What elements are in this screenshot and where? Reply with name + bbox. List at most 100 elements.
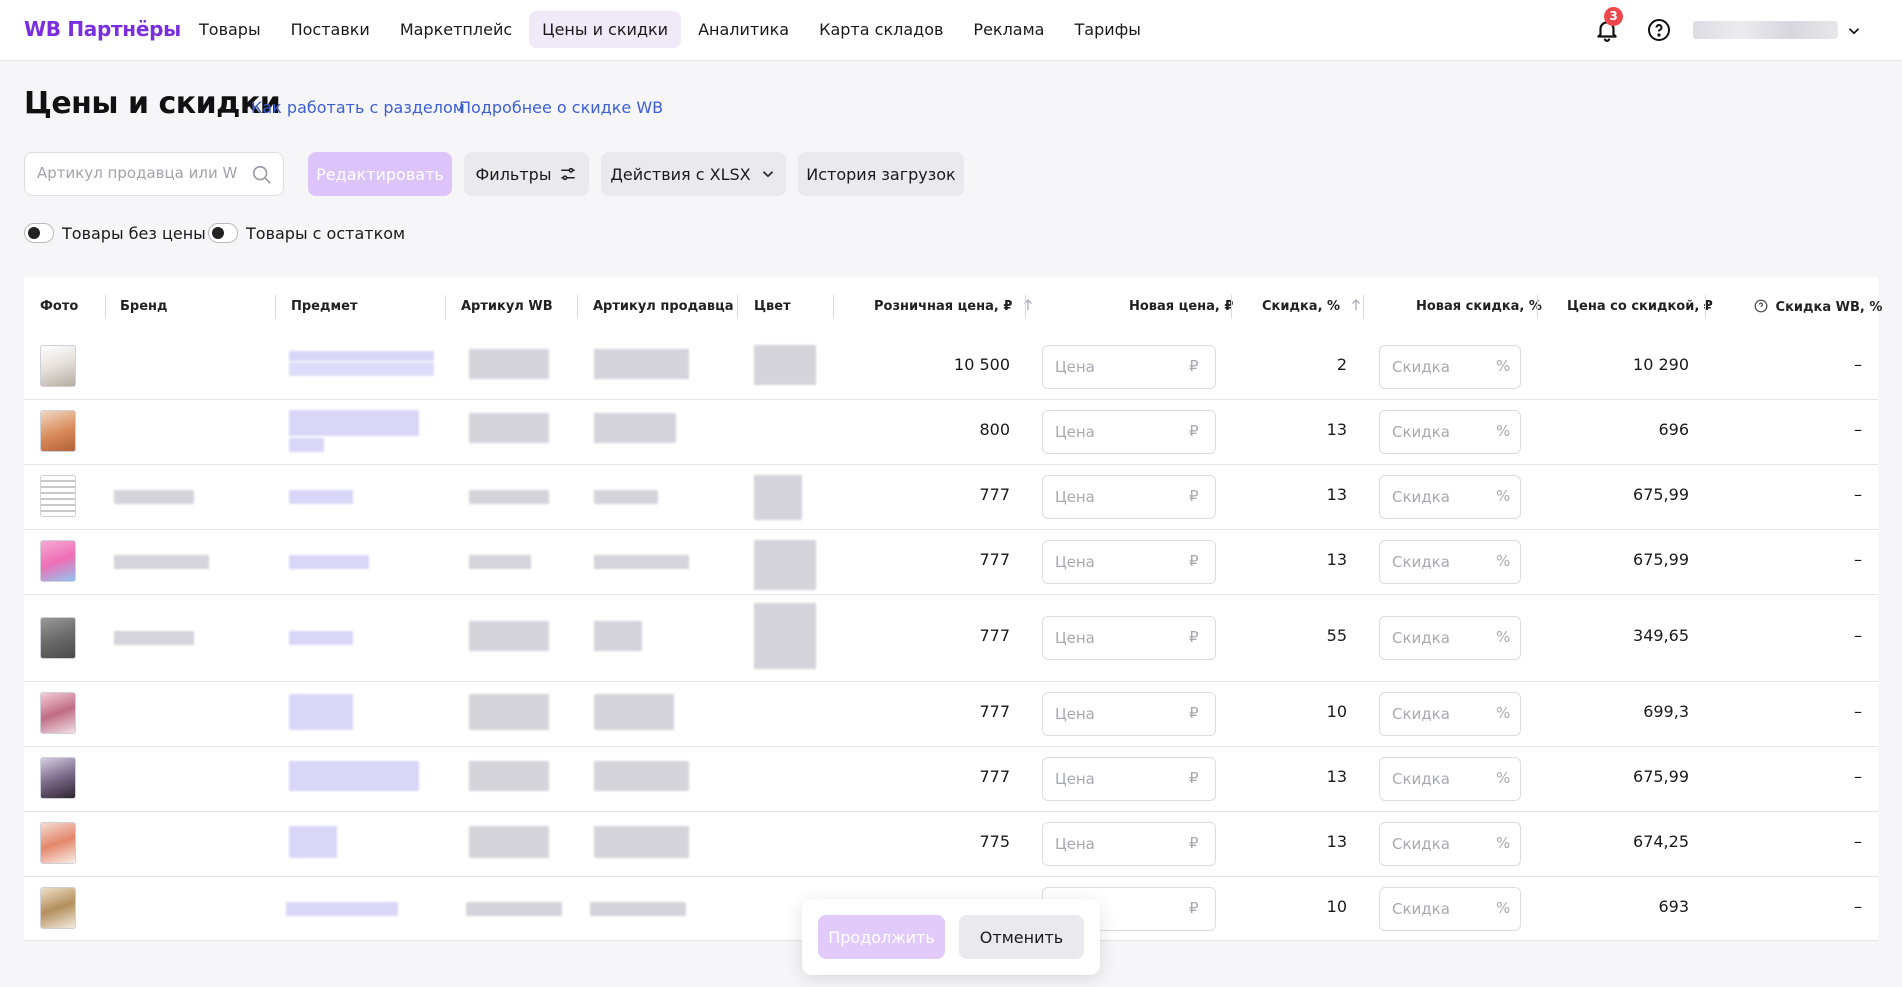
with-stock-toggle[interactable] bbox=[208, 223, 238, 243]
new-price-field[interactable]: ₽ bbox=[1042, 616, 1216, 660]
new-discount-input[interactable] bbox=[1392, 835, 1482, 853]
subject-redacted bbox=[289, 410, 419, 436]
new-price-input[interactable] bbox=[1055, 770, 1145, 788]
new-discount-input[interactable] bbox=[1392, 423, 1482, 441]
subject-redacted bbox=[289, 351, 434, 361]
new-discount-field[interactable]: % bbox=[1379, 822, 1521, 866]
new-price-input[interactable] bbox=[1055, 835, 1145, 853]
help-icon[interactable] bbox=[1754, 299, 1768, 313]
table-row[interactable]: 10 500 ₽ 2 % 10 290 – bbox=[24, 335, 1878, 400]
new-price-field[interactable]: ₽ bbox=[1042, 692, 1216, 736]
new-price-input[interactable] bbox=[1055, 705, 1145, 723]
article-wb-redacted bbox=[469, 349, 549, 379]
ruble-unit: ₽ bbox=[1189, 422, 1199, 440]
table-row[interactable]: 800 ₽ 13 % 696 – bbox=[24, 400, 1878, 465]
nav-item-advertising[interactable]: Реклама bbox=[960, 11, 1057, 48]
column-header-wb-discount: Скидка WB, % bbox=[1754, 299, 1882, 315]
product-photo[interactable] bbox=[40, 410, 76, 452]
continue-button[interactable]: Продолжить bbox=[818, 915, 945, 959]
new-discount-field[interactable]: % bbox=[1379, 410, 1521, 454]
upload-history-button[interactable]: История загрузок bbox=[798, 152, 964, 196]
nav-item-supplies[interactable]: Поставки bbox=[278, 11, 383, 48]
new-price-field[interactable]: ₽ bbox=[1042, 822, 1216, 866]
new-price-field[interactable]: ₽ bbox=[1042, 475, 1216, 519]
column-separator bbox=[1231, 295, 1232, 319]
help-icon[interactable] bbox=[1647, 18, 1671, 42]
column-header-photo: Фото bbox=[40, 299, 79, 314]
product-photo[interactable] bbox=[40, 475, 76, 517]
new-price-input[interactable] bbox=[1055, 423, 1145, 441]
article-search-input[interactable] bbox=[37, 164, 237, 182]
subject-redacted bbox=[289, 490, 353, 504]
nav-item-products[interactable]: Товары bbox=[186, 11, 274, 48]
nav-item-marketplace[interactable]: Маркетплейс bbox=[387, 11, 525, 48]
new-discount-input[interactable] bbox=[1392, 488, 1482, 506]
discounted-price-value: 699,3 bbox=[1643, 702, 1689, 721]
new-discount-field[interactable]: % bbox=[1379, 345, 1521, 389]
new-discount-field[interactable]: % bbox=[1379, 887, 1521, 931]
main-nav: Товары Поставки Маркетплейс Цены и скидк… bbox=[186, 11, 1154, 48]
new-price-input[interactable] bbox=[1055, 488, 1145, 506]
table-row[interactable]: 777 ₽ 13 % 675,99 – bbox=[24, 530, 1878, 595]
chevron-down-icon[interactable] bbox=[1845, 22, 1863, 40]
new-price-field[interactable]: ₽ bbox=[1042, 345, 1216, 389]
upload-history-label: История загрузок bbox=[806, 164, 956, 184]
new-price-input[interactable] bbox=[1055, 629, 1145, 647]
table-row[interactable]: 777 ₽ 55 % 349,65 – bbox=[24, 595, 1878, 682]
ruble-unit: ₽ bbox=[1189, 487, 1199, 505]
product-photo[interactable] bbox=[40, 692, 76, 734]
table-row[interactable]: 777 ₽ 10 % 699,3 – bbox=[24, 682, 1878, 747]
no-price-toggle[interactable] bbox=[24, 223, 54, 243]
logo[interactable]: WB Партнёры bbox=[24, 17, 181, 41]
table-row[interactable]: 775 ₽ 13 % 674,25 – bbox=[24, 812, 1878, 877]
nav-item-tariffs[interactable]: Тарифы bbox=[1061, 11, 1153, 48]
retail-price-header-label: Розничная цена, ₽ bbox=[874, 299, 1013, 314]
new-discount-field[interactable]: % bbox=[1379, 757, 1521, 801]
product-photo[interactable] bbox=[40, 617, 76, 659]
discount-value: 2 bbox=[1336, 355, 1347, 374]
column-separator bbox=[1025, 295, 1026, 319]
new-discount-field[interactable]: % bbox=[1379, 475, 1521, 519]
product-photo[interactable] bbox=[40, 540, 76, 582]
new-discount-field[interactable]: % bbox=[1379, 692, 1521, 736]
edit-button[interactable]: Редактировать bbox=[308, 152, 452, 196]
xlsx-actions-dropdown[interactable]: Действия с XLSX bbox=[601, 152, 786, 196]
new-discount-input[interactable] bbox=[1392, 629, 1482, 647]
new-price-input[interactable] bbox=[1055, 358, 1145, 376]
product-photo[interactable] bbox=[40, 345, 76, 387]
new-price-input[interactable] bbox=[1055, 553, 1145, 571]
column-separator bbox=[445, 295, 446, 319]
new-discount-field[interactable]: % bbox=[1379, 540, 1521, 584]
table-row[interactable]: 777 ₽ 13 % 675,99 – bbox=[24, 747, 1878, 812]
column-header-retail-price[interactable]: Розничная цена, ₽ bbox=[874, 299, 1033, 314]
new-discount-input[interactable] bbox=[1392, 770, 1482, 788]
new-discount-input[interactable] bbox=[1392, 705, 1482, 723]
cancel-button[interactable]: Отменить bbox=[959, 915, 1084, 959]
product-photo[interactable] bbox=[40, 887, 76, 929]
article-search-box[interactable] bbox=[24, 152, 284, 196]
new-discount-input[interactable] bbox=[1392, 553, 1482, 571]
account-name-redacted[interactable] bbox=[1693, 21, 1838, 39]
ruble-unit: ₽ bbox=[1189, 552, 1199, 570]
search-icon[interactable] bbox=[251, 164, 273, 186]
product-photo[interactable] bbox=[40, 822, 76, 864]
new-discount-input[interactable] bbox=[1392, 900, 1482, 918]
nav-item-prices-discounts[interactable]: Цены и скидки bbox=[529, 11, 682, 48]
product-photo[interactable] bbox=[40, 757, 76, 799]
new-discount-input[interactable] bbox=[1392, 358, 1482, 376]
nav-item-analytics[interactable]: Аналитика bbox=[685, 11, 802, 48]
column-header-discount[interactable]: Скидка, % bbox=[1262, 299, 1361, 314]
nav-item-warehouse-map[interactable]: Карта складов bbox=[806, 11, 956, 48]
new-price-field[interactable]: ₽ bbox=[1042, 540, 1216, 584]
article-wb-redacted bbox=[469, 826, 549, 858]
new-price-field[interactable]: ₽ bbox=[1042, 410, 1216, 454]
wb-discount-value: – bbox=[1854, 355, 1862, 374]
how-to-use-section-link[interactable]: Как работать с разделом bbox=[251, 98, 465, 117]
new-price-field[interactable]: ₽ bbox=[1042, 757, 1216, 801]
table-row[interactable]: 777 ₽ 13 % 675,99 – bbox=[24, 465, 1878, 530]
discounted-price-value: 693 bbox=[1658, 897, 1689, 916]
wb-discount-info-link[interactable]: Подробнее о скидке WB bbox=[459, 98, 663, 117]
new-discount-field[interactable]: % bbox=[1379, 616, 1521, 660]
article-wb-redacted bbox=[469, 621, 549, 651]
filters-button[interactable]: Фильтры bbox=[464, 152, 589, 196]
